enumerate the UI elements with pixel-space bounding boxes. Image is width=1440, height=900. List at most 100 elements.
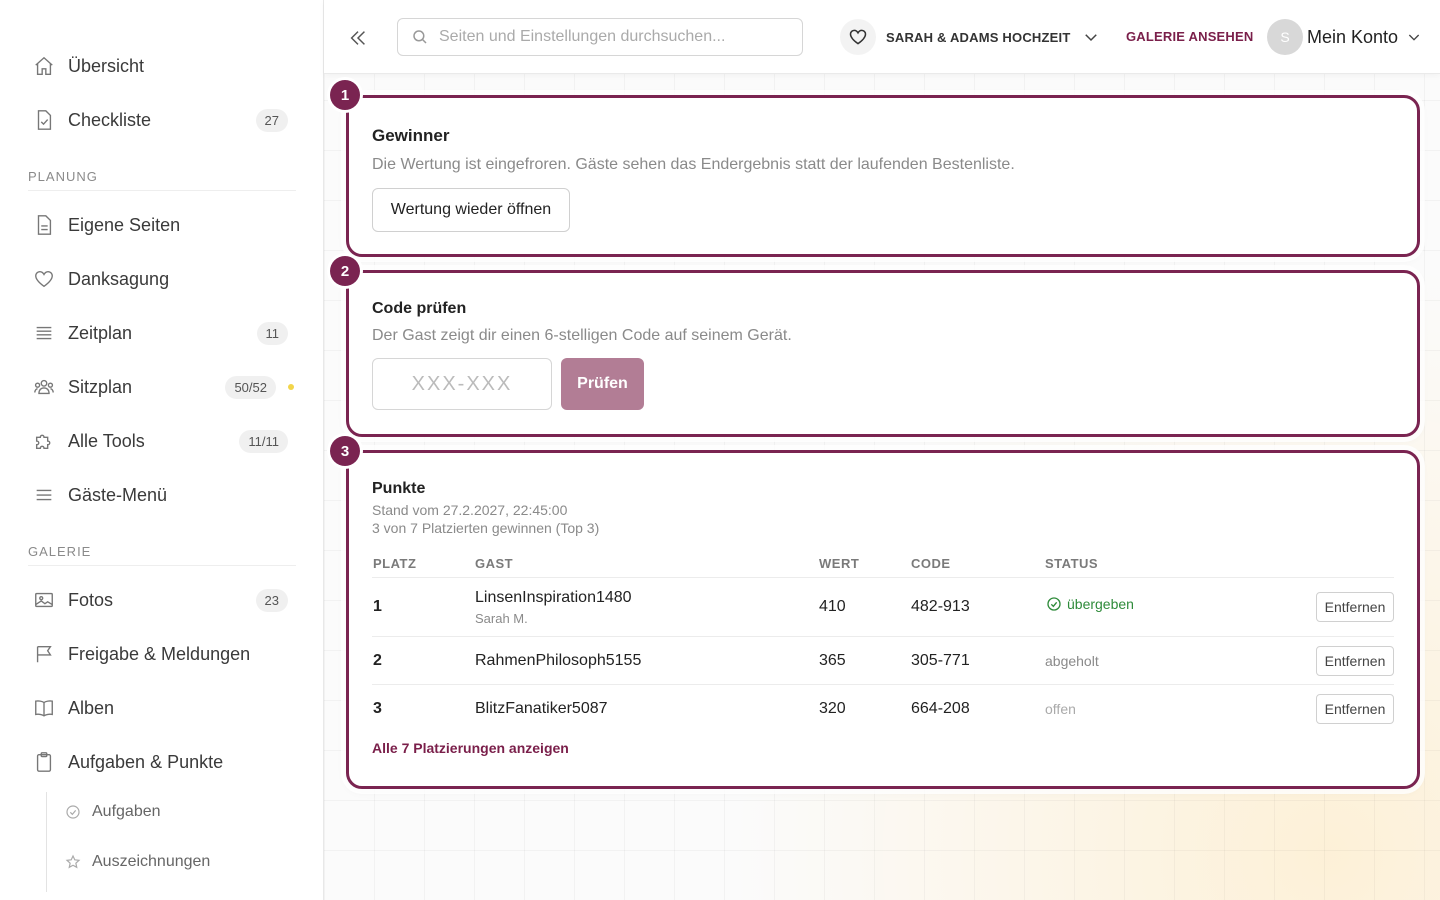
sidebar-item-label: Freigabe & Meldungen — [68, 643, 251, 664]
sidebar-item-uebersicht[interactable]: Übersicht — [28, 46, 292, 86]
check-circle-icon — [64, 803, 82, 821]
sidebar-item-freigabe[interactable]: Freigabe & Meldungen — [28, 634, 292, 674]
home-icon — [32, 54, 56, 78]
winner-summary: 3 von 7 Platzierten gewinnen (Top 3) — [372, 520, 600, 536]
status-badge: übergeben — [1046, 596, 1134, 612]
reopen-scoring-button[interactable]: Wertung wieder öffnen — [372, 188, 570, 232]
main-content: SARAH & ADAMS HOCHZEIT GALERIE ANSEHEN S… — [324, 0, 1440, 900]
show-all-placements-link[interactable]: Alle 7 Platzierungen anzeigen — [372, 740, 569, 756]
sidebar-item-label: Fotos — [68, 589, 114, 610]
sidebar-item-sitzplan[interactable]: Sitzplan 50/52 — [28, 367, 294, 407]
sidebar-item-label: Gäste-Menü — [68, 484, 168, 505]
search-box[interactable] — [397, 18, 803, 56]
row-divider — [372, 684, 1394, 685]
column-header-guest: GAST — [475, 556, 514, 571]
winner-card: Gewinner Die Wertung ist eingefroren. Gä… — [346, 95, 1420, 257]
sidebar-item-label: Aufgaben & Punkte — [68, 751, 224, 772]
puzzle-icon — [32, 429, 56, 453]
count-badge: 50/52 — [225, 375, 276, 399]
sidebar-item-gaeste-menue[interactable]: Gäste-Menü — [28, 475, 292, 515]
account-menu[interactable]: S Mein Konto — [1267, 19, 1422, 55]
search-icon — [411, 28, 429, 46]
account-label: Mein Konto — [1307, 26, 1399, 47]
card-description: Der Gast zeigt dir einen 6-stelligen Cod… — [372, 327, 792, 344]
code-input[interactable] — [372, 358, 552, 410]
value-cell: 365 — [819, 652, 846, 669]
count-badge: 11 — [256, 321, 288, 345]
remove-button[interactable]: Entfernen — [1316, 694, 1394, 724]
guest-cell: BlitzFanatiker5087 — [475, 700, 608, 717]
sidebar-item-label: Zeitplan — [68, 322, 133, 343]
avatar: S — [1267, 19, 1303, 55]
collapse-sidebar-button[interactable] — [342, 22, 374, 54]
submenu-line — [46, 792, 47, 892]
image-icon — [32, 588, 56, 612]
sidebar-item-zeitplan[interactable]: Zeitplan 11 — [28, 313, 292, 353]
sidebar-item-fotos[interactable]: Fotos 23 — [28, 580, 292, 620]
rank-cell: 3 — [373, 700, 382, 717]
view-gallery-link[interactable]: GALERIE ANSEHEN — [1126, 29, 1253, 44]
column-header-status: STATUS — [1045, 556, 1099, 571]
remove-button[interactable]: Entfernen — [1316, 592, 1394, 622]
sidebar-item-label: Checkliste — [68, 109, 152, 130]
topbar: SARAH & ADAMS HOCHZEIT GALERIE ANSEHEN S… — [324, 0, 1440, 74]
sidebar-item-label: Danksagung — [68, 268, 170, 289]
page-icon — [32, 213, 56, 237]
menu-icon — [32, 483, 56, 507]
status-label: abgeholt — [1045, 653, 1099, 669]
heart-icon — [840, 19, 876, 55]
rank-cell: 1 — [373, 598, 382, 615]
status-label: offen — [1045, 701, 1076, 717]
card-title: Gewinner — [372, 126, 450, 145]
row-divider — [372, 636, 1394, 637]
sidebar-subitem-label: Aufgaben — [92, 803, 161, 820]
guest-cell: RahmenPhilosoph5155 — [475, 652, 642, 669]
card-description: Die Wertung ist eingefroren. Gäste sehen… — [372, 156, 1015, 173]
event-name: SARAH & ADAMS HOCHZEIT — [886, 29, 1071, 45]
timestamp: Stand vom 27.2.2027, 22:45:00 — [372, 502, 568, 518]
sidebar-item-aufgaben-punkte[interactable]: Aufgaben & Punkte — [28, 742, 292, 782]
sidebar-item-checkliste[interactable]: Checkliste 27 — [28, 100, 292, 140]
points-card: Punkte Stand vom 27.2.2027, 22:45:00 3 v… — [346, 450, 1420, 789]
list-icon — [32, 321, 56, 345]
check-code-button[interactable]: Prüfen — [561, 358, 644, 410]
step-badge: 1 — [330, 80, 360, 110]
sidebar-subitem-auszeichnungen[interactable]: Auszeichnungen — [64, 847, 210, 877]
value-cell: 410 — [819, 598, 846, 615]
code-cell: 305-771 — [911, 652, 970, 669]
count-badge: 27 — [255, 108, 288, 132]
search-input[interactable] — [439, 28, 789, 46]
sidebar-item-alben[interactable]: Alben — [28, 688, 292, 728]
check-circle-icon — [1047, 597, 1061, 611]
code-cell: 482-913 — [911, 598, 970, 615]
step-badge: 2 — [330, 256, 360, 286]
card-title: Punkte — [372, 480, 426, 497]
guest-cell: LinsenInspiration1480 — [475, 589, 632, 606]
remove-button[interactable]: Entfernen — [1316, 646, 1394, 676]
sidebar-item-eigene-seiten[interactable]: Eigene Seiten — [28, 205, 292, 245]
sidebar-item-label: Eigene Seiten — [68, 214, 181, 235]
count-badge: 23 — [255, 588, 288, 612]
sidebar-item-danksagung[interactable]: Danksagung — [28, 259, 292, 299]
chevron-down-icon — [1406, 29, 1422, 45]
value-cell: 320 — [819, 700, 846, 717]
step-badge: 3 — [330, 436, 360, 466]
double-chevron-left-icon — [350, 31, 365, 45]
sidebar-item-alle-tools[interactable]: Alle Tools 11/11 — [28, 421, 292, 461]
guest-subname: Sarah M. — [475, 611, 528, 626]
heart-icon — [32, 267, 56, 291]
sidebar-item-label: Alle Tools — [68, 430, 145, 451]
chevron-down-icon — [1082, 28, 1100, 46]
sidebar-subitem-aufgaben[interactable]: Aufgaben — [64, 797, 161, 827]
event-selector[interactable]: SARAH & ADAMS HOCHZEIT — [840, 19, 1100, 55]
code-check-card: Code prüfen Der Gast zeigt dir einen 6-s… — [346, 270, 1420, 437]
sidebar-item-label: Sitzplan — [68, 376, 133, 397]
guests-icon — [32, 375, 56, 399]
rank-cell: 2 — [373, 652, 382, 669]
flag-icon — [32, 642, 56, 666]
count-badge: 11/11 — [239, 429, 288, 453]
header-divider — [372, 577, 1394, 578]
sidebar-item-label: Übersicht — [68, 55, 145, 76]
sidebar-subitem-label: Auszeichnungen — [92, 853, 211, 870]
checklist-icon — [32, 108, 56, 132]
